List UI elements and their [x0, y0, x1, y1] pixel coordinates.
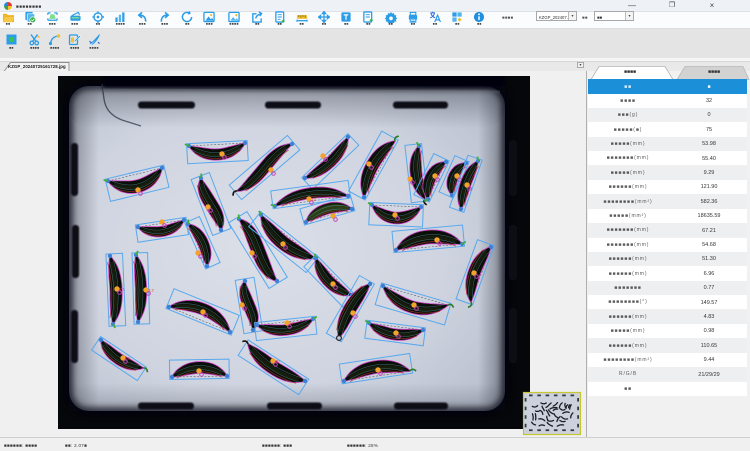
svg-text:13: 13	[311, 197, 316, 202]
svg-text:2.2: 2.2	[148, 288, 154, 293]
svg-text:23: 23	[125, 356, 130, 361]
svg-text:30: 30	[275, 359, 280, 364]
svg-text:27: 27	[289, 321, 294, 326]
svg-text:2.1: 2.1	[119, 287, 125, 292]
